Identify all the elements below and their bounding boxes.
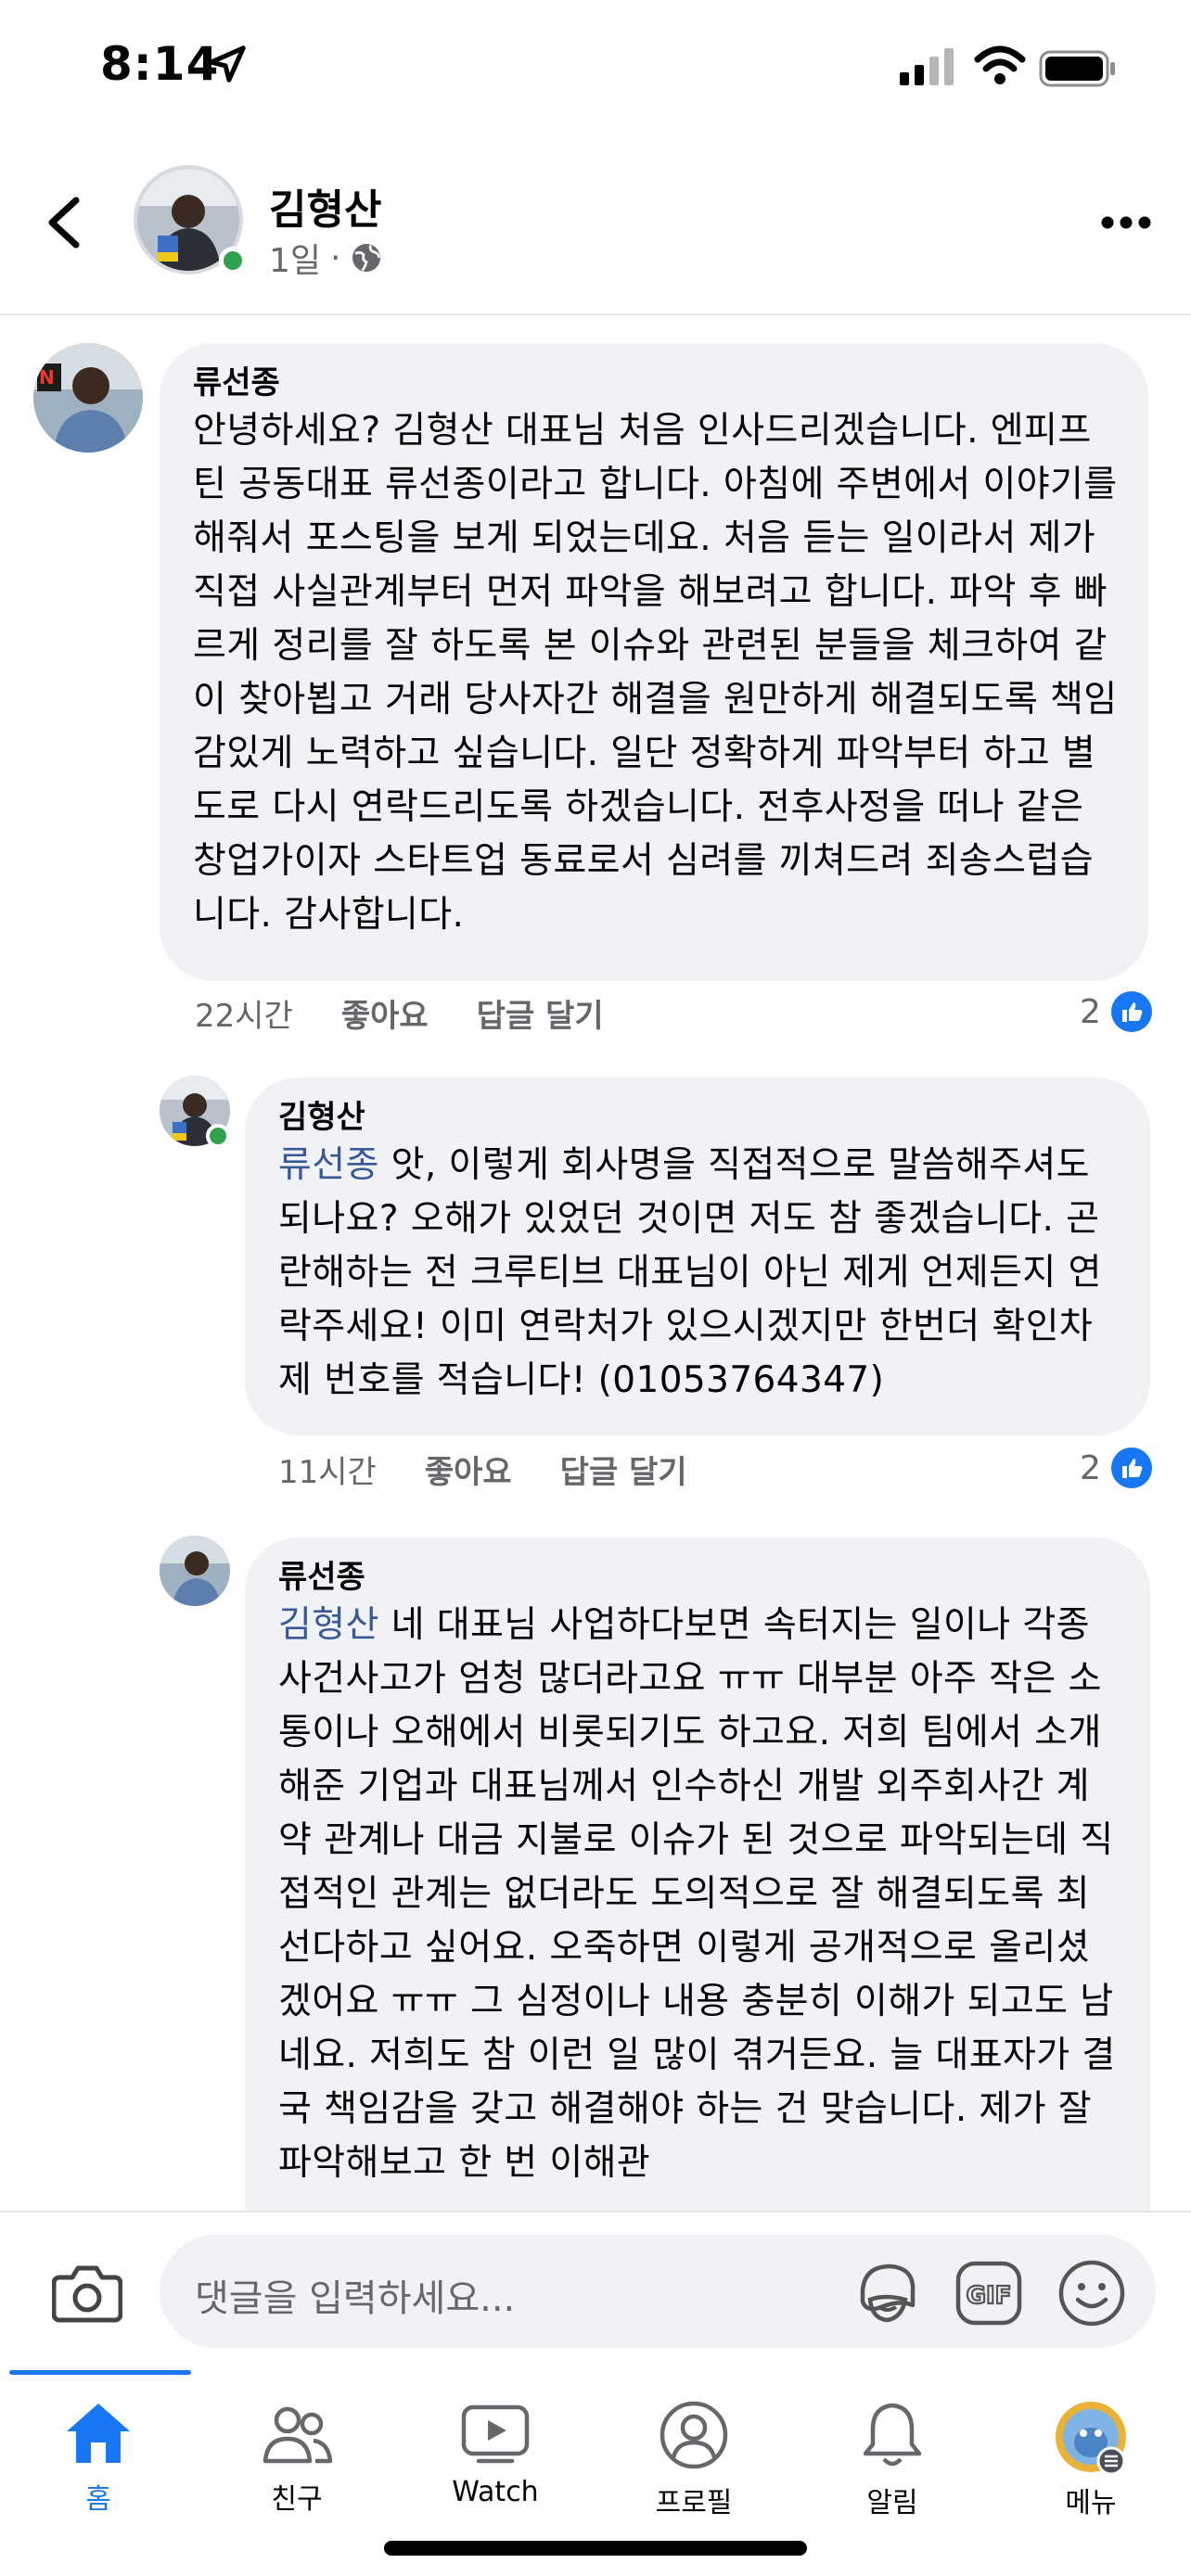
like-count: 2 — [1080, 992, 1101, 1031]
reply-body: 앗, 이렇게 회사명을 직접적으로 말씀해주셔도 되나요? 오해가 있었던 것이… — [278, 1144, 1102, 1401]
post-author-name[interactable]: 김형산 — [269, 176, 381, 236]
reaction-count[interactable]: 2 — [1080, 990, 1153, 1033]
reply-author[interactable]: 류선종 — [278, 1556, 1121, 1599]
tab-home[interactable]: 홈 — [6, 2383, 191, 2522]
mention-link[interactable]: 김형산 — [278, 1604, 379, 1646]
commenter-avatar[interactable]: N — [33, 343, 143, 453]
comment-input-bar: 댓글을 입력하세요... GIF — [0, 2211, 1191, 2370]
svg-text:GIF: GIF — [967, 2282, 1012, 2310]
tab-label: 알림 — [866, 2487, 918, 2519]
profile-icon — [660, 2401, 728, 2469]
reaction-count[interactable]: 2 — [1080, 1447, 1153, 1489]
tab-friends[interactable]: 친구 — [204, 2383, 390, 2522]
reply-text: 류선종 앗, 이렇게 회사명을 직접적으로 말씀해주셔도 되나요? 오해가 있었… — [278, 1139, 1121, 1408]
online-status-indicator — [219, 247, 247, 274]
gif-icon[interactable]: GIF — [955, 2261, 1022, 2326]
reply-text: 김형산 네 대표님 사업하다보면 속터지는 일이나 각종 사건사고가 엄청 많더… — [278, 1599, 1121, 2190]
reply-button[interactable]: 답글 달기 — [560, 1447, 687, 1492]
mention-link[interactable]: 류선종 — [278, 1144, 379, 1186]
status-time: 8:14 — [100, 37, 220, 91]
meta-separator: · — [330, 238, 341, 277]
like-reaction-icon — [1110, 1447, 1152, 1488]
tab-label: Watch — [452, 2476, 539, 2508]
reply-actions: 11시간 좋아요 답글 달기 — [278, 1447, 687, 1492]
battery-icon — [1039, 50, 1115, 87]
reply-bubble: 류선종 김형산 네 대표님 사업하다보면 속터지는 일이나 각종 사건사고가 엄… — [245, 1537, 1150, 2261]
like-button[interactable]: 좋아요 — [341, 990, 429, 1036]
post-time[interactable]: 1일 — [269, 234, 321, 282]
comment-bubble: 류선종 안녕하세요? 김형산 대표님 처음 인사드리겠습니다. 엔피프틴 공동대… — [160, 343, 1148, 981]
reply-author[interactable]: 김형산 — [278, 1096, 1121, 1139]
menu-avatar-icon — [1056, 2402, 1126, 2476]
avatar-sticker-icon[interactable] — [853, 2259, 922, 2327]
post-header: 김형산 1일 · — [0, 130, 1191, 315]
status-bar: 8:14 — [0, 0, 1191, 130]
tab-profile[interactable]: 프로필 — [601, 2383, 787, 2522]
back-arrow-icon[interactable] — [41, 195, 89, 250]
camera-icon[interactable] — [52, 2261, 122, 2324]
like-reaction-icon — [1110, 991, 1152, 1032]
reply-body: 네 대표님 사업하다보면 속터지는 일이나 각종 사건사고가 엄청 많더라고요 … — [278, 1604, 1116, 2184]
tab-notifications[interactable]: 알림 — [800, 2383, 985, 2522]
reply-bubble: 김형산 류선종 앗, 이렇게 회사명을 직접적으로 말씀해주셔도 되나요? 오해… — [245, 1078, 1150, 1435]
comment-actions: 22시간 좋아요 답글 달기 — [195, 990, 604, 1036]
location-arrow-icon — [209, 45, 246, 83]
reply-author-photo — [160, 1536, 230, 1606]
reply-button[interactable]: 답글 달기 — [477, 990, 604, 1036]
like-button[interactable]: 좋아요 — [425, 1447, 512, 1492]
tab-label: 메뉴 — [1065, 2487, 1117, 2519]
commenter-photo: N — [33, 343, 143, 453]
online-status-indicator — [206, 1124, 230, 1148]
like-count: 2 — [1080, 1448, 1101, 1487]
comment-time[interactable]: 22시간 — [195, 990, 293, 1036]
tab-label: 홈 — [85, 2483, 111, 2516]
cellular-signal-icon — [900, 48, 954, 85]
tab-menu[interactable]: 메뉴 — [998, 2383, 1184, 2522]
reply-avatar[interactable] — [160, 1536, 230, 1606]
watch-icon — [461, 2404, 530, 2464]
comment-author[interactable]: 류선종 — [193, 362, 1119, 404]
home-indicator[interactable] — [384, 2541, 807, 2556]
bell-icon — [863, 2403, 922, 2467]
post-meta: 1일 · — [269, 234, 383, 282]
friends-icon — [263, 2406, 333, 2464]
active-tab-indicator — [9, 2370, 191, 2375]
tab-watch[interactable]: Watch — [403, 2383, 588, 2522]
tab-label: 친구 — [271, 2483, 323, 2516]
home-icon — [67, 2404, 130, 2463]
more-options-icon[interactable] — [1100, 215, 1152, 230]
comment-placeholder[interactable]: 댓글을 입력하세요... — [195, 2268, 515, 2322]
reply-time[interactable]: 11시간 — [278, 1447, 377, 1492]
comment-text: 안녕하세요? 김형산 대표님 처음 인사드리겠습니다. 엔피프틴 공동대표 류선… — [193, 410, 1118, 936]
svg-text:N: N — [39, 366, 55, 389]
tab-label: 프로필 — [655, 2487, 733, 2519]
emoji-icon[interactable] — [1057, 2259, 1126, 2327]
globe-icon — [352, 244, 381, 272]
wifi-icon — [974, 45, 1026, 84]
